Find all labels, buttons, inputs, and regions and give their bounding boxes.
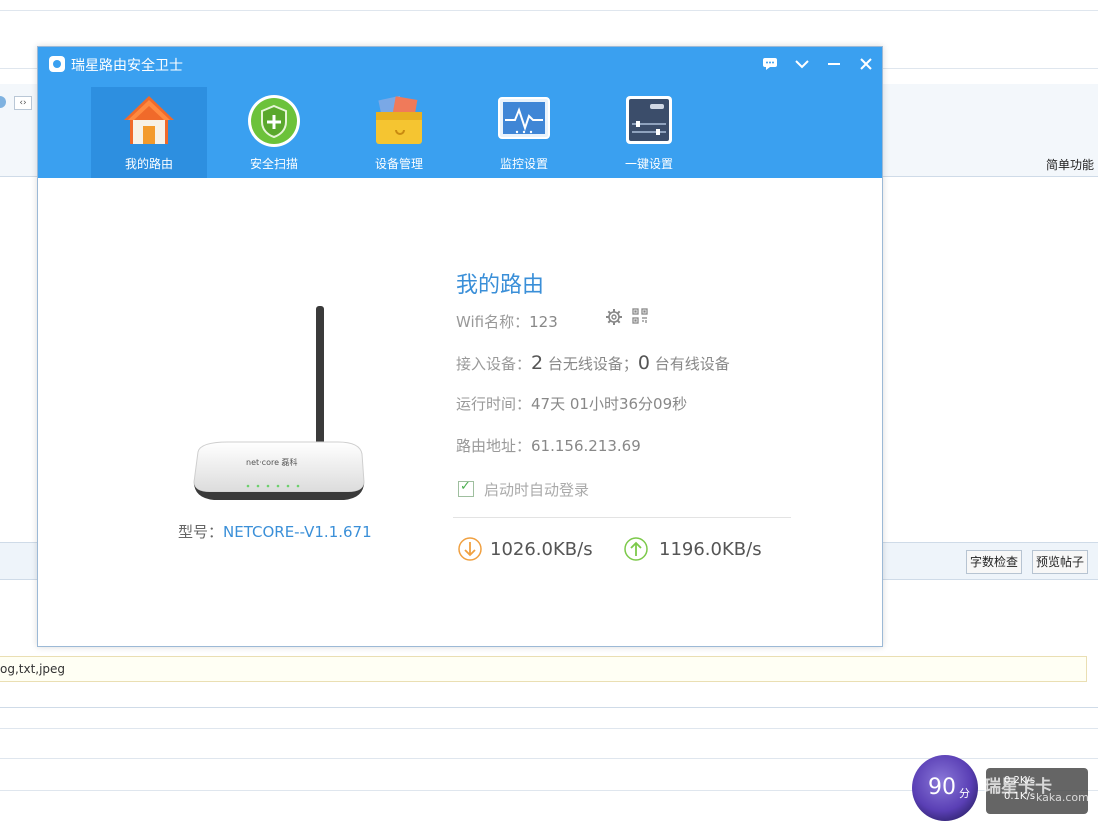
upload-speed: 1196.0KB/s bbox=[659, 539, 762, 560]
allowed-file-types: og,txt,jpeg bbox=[0, 656, 1087, 682]
upload-arrow-icon bbox=[624, 537, 648, 561]
tab-label: 设备管理 bbox=[374, 157, 423, 171]
wifi-label: Wifi名称： bbox=[456, 313, 530, 331]
connected-devices-row: 接入设备：2 台无线设备；0 台有线设备 bbox=[456, 352, 730, 374]
wifi-value: 123 bbox=[529, 313, 558, 331]
wired-count: 0 bbox=[637, 352, 650, 374]
score-unit: 分 bbox=[959, 787, 970, 800]
app-logo-icon bbox=[49, 56, 65, 72]
net-download-rate: 0.1K/s bbox=[1004, 791, 1036, 802]
home-icon bbox=[120, 92, 178, 150]
wireless-text: 台无线设备； bbox=[547, 355, 638, 373]
download-arrow-icon bbox=[458, 537, 482, 561]
qr-code-icon[interactable] bbox=[632, 308, 648, 324]
wireless-count: 2 bbox=[531, 352, 544, 374]
bg-divider bbox=[0, 10, 1098, 11]
address-label: 路由地址： bbox=[456, 437, 532, 455]
uptime-label: 运行时间： bbox=[456, 395, 532, 413]
monitor-icon bbox=[495, 92, 553, 150]
watermark-domain: kaka.com bbox=[1036, 791, 1089, 804]
tab-label: 安全扫描 bbox=[249, 157, 298, 171]
router-image: net·core 磊科 bbox=[188, 302, 368, 517]
tab-label: 我的路由 bbox=[124, 157, 173, 171]
simple-function-link[interactable]: 简单功能 bbox=[1046, 156, 1094, 173]
minimize-button[interactable] bbox=[822, 53, 846, 75]
tab-my-router[interactable]: 我的路由 bbox=[91, 87, 207, 178]
tab-label: 一键设置 bbox=[624, 157, 673, 171]
autologin-checkbox[interactable] bbox=[458, 479, 474, 497]
autologin-label: 启动时自动登录 bbox=[484, 481, 590, 499]
net-upload-rate: 0.2K/s bbox=[1004, 775, 1036, 786]
code-icon[interactable]: ‹› bbox=[14, 96, 32, 110]
bg-divider bbox=[0, 728, 1098, 729]
gear-icon[interactable] bbox=[605, 308, 623, 326]
shield-plus-icon bbox=[245, 92, 303, 150]
router-guard-window: 瑞星路由安全卫士 我的路由 安全扫描 设备管理 监控设置 一键设置 net·co… bbox=[37, 46, 883, 647]
close-button[interactable] bbox=[854, 53, 878, 75]
tab-one-click-setup[interactable]: 一键设置 bbox=[591, 87, 707, 178]
uptime-row: 运行时间：47天 01小时36分09秒 bbox=[456, 393, 687, 414]
tab-monitor-settings[interactable]: 监控设置 bbox=[466, 87, 582, 178]
address-value: 61.156.213.69 bbox=[531, 437, 641, 455]
tab-label: 监控设置 bbox=[499, 157, 548, 171]
toolbox-icon bbox=[370, 92, 428, 150]
model-value: NETCORE--V1.1.671 bbox=[223, 523, 372, 541]
router-address-row: 路由地址：61.156.213.69 bbox=[456, 435, 641, 456]
score-value: 90 bbox=[928, 775, 956, 800]
window-header: 瑞星路由安全卫士 我的路由 安全扫描 设备管理 监控设置 一键设置 bbox=[38, 47, 882, 178]
divider bbox=[453, 517, 791, 518]
preview-post-button[interactable]: 预览帖子 bbox=[1032, 550, 1089, 574]
model-label: 型号： bbox=[178, 523, 224, 541]
download-speed: 1026.0KB/s bbox=[490, 539, 593, 560]
tab-device-management[interactable]: 设备管理 bbox=[341, 87, 457, 178]
svg-text:net·core 磊科: net·core 磊科 bbox=[246, 457, 298, 467]
router-settings-icon bbox=[620, 92, 678, 150]
word-count-button[interactable]: 字数检查 bbox=[966, 550, 1023, 574]
window-title: 瑞星路由安全卫士 bbox=[71, 58, 183, 74]
devices-label: 接入设备： bbox=[456, 355, 532, 373]
security-score-widget[interactable]: 90 分 bbox=[912, 755, 984, 821]
tab-security-scan[interactable]: 安全扫描 bbox=[216, 87, 332, 178]
router-model: 型号：NETCORE--V1.1.671 bbox=[178, 521, 372, 542]
dropdown-menu-icon[interactable] bbox=[790, 53, 814, 75]
wifi-name-row: Wifi名称：123 bbox=[456, 311, 558, 332]
message-icon[interactable] bbox=[758, 53, 782, 75]
uptime-value: 47天 01小时36分09秒 bbox=[531, 395, 688, 413]
section-heading: 我的路由 bbox=[456, 273, 545, 298]
wired-text: 台有线设备 bbox=[654, 355, 730, 373]
